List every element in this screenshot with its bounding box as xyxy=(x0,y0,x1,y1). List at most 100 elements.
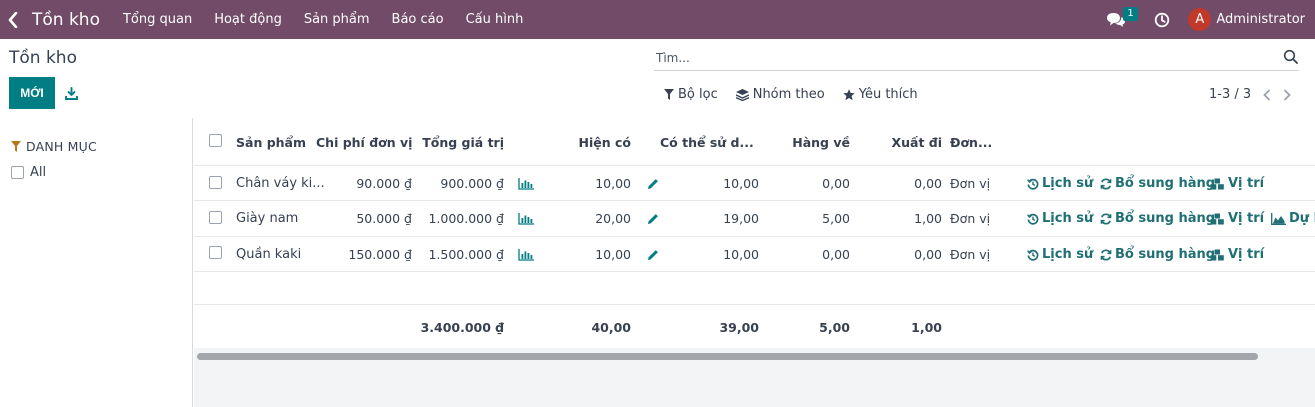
row-checkbox[interactable] xyxy=(209,176,222,189)
replenish-button[interactable]: Bổ sung hàng xyxy=(1100,247,1215,262)
col-total-value[interactable]: Tổng giá trị xyxy=(416,135,504,150)
cell-outgoing: 0,00 xyxy=(914,176,942,191)
forecast-button[interactable]: Dự b xyxy=(1271,211,1315,226)
user-menu[interactable]: A Administrator xyxy=(1188,8,1305,31)
cell-total-value: 1.000.000 ₫ xyxy=(428,211,504,226)
activity-clock-icon[interactable] xyxy=(1154,12,1170,28)
back-chevron-icon[interactable] xyxy=(2,11,24,28)
col-incoming[interactable]: Hàng về xyxy=(778,135,850,150)
locations-label: Vị trí xyxy=(1228,176,1265,191)
layers-icon xyxy=(735,88,749,101)
search-input[interactable] xyxy=(654,50,1254,65)
history-label: Lịch sử xyxy=(1042,176,1094,191)
filter-icon xyxy=(664,89,674,100)
history-label: Lịch sử xyxy=(1042,247,1094,262)
menu-overview[interactable]: Tổng quan xyxy=(112,12,203,27)
locations-button[interactable]: Vị trí xyxy=(1210,176,1264,191)
cell-unit-cost: 50.000 ₫ xyxy=(356,211,412,226)
history-button[interactable]: Lịch sử xyxy=(1027,247,1093,262)
refresh-icon xyxy=(1100,212,1112,225)
user-name: Administrator xyxy=(1216,12,1305,27)
star-icon xyxy=(843,88,855,100)
pager-previous-icon[interactable] xyxy=(1263,88,1271,101)
pager-next-icon[interactable] xyxy=(1283,88,1291,101)
bar-chart-icon[interactable] xyxy=(518,249,534,261)
download-icon[interactable] xyxy=(62,84,80,102)
menu-operations[interactable]: Hoạt động xyxy=(203,12,293,27)
cell-product[interactable]: Quần kaki xyxy=(236,247,301,262)
total-value: 3.400.000 ₫ xyxy=(420,320,504,335)
menu-configuration[interactable]: Cấu hình xyxy=(455,12,535,27)
row-divider xyxy=(194,271,1315,272)
pager: 1-3 / 3 xyxy=(1209,87,1291,102)
cell-uom: Đơn vị xyxy=(950,211,991,226)
cell-total-value: 900.000 ₫ xyxy=(440,176,504,191)
menu-reporting[interactable]: Báo cáo xyxy=(381,12,455,27)
cubes-icon xyxy=(1210,213,1224,224)
pencil-icon[interactable] xyxy=(647,213,659,225)
col-unit-cost[interactable]: Chi phí đơn vị xyxy=(316,135,412,150)
col-on-hand[interactable]: Hiện có xyxy=(560,135,631,150)
avatar: A xyxy=(1188,8,1212,31)
history-button[interactable]: Lịch sử xyxy=(1027,176,1093,191)
row-divider xyxy=(194,200,1315,201)
cell-product[interactable]: Giày nam xyxy=(236,211,298,226)
history-button[interactable]: Lịch sử xyxy=(1027,211,1093,226)
pencil-icon[interactable] xyxy=(647,178,659,190)
cell-outgoing: 0,00 xyxy=(914,247,942,262)
cell-unit-cost: 150.000 ₫ xyxy=(348,247,412,262)
cell-available: 10,00 xyxy=(723,176,759,191)
top-navbar: Tồn kho Tổng quan Hoạt động Sản phẩm Báo… xyxy=(0,0,1315,39)
search-icon[interactable] xyxy=(1283,49,1299,65)
cubes-icon xyxy=(1210,178,1224,189)
page-title: Tồn kho xyxy=(9,48,77,68)
history-icon xyxy=(1027,213,1039,225)
total-available: 39,00 xyxy=(719,320,759,335)
col-outgoing[interactable]: Xuất đi xyxy=(870,135,942,150)
forecast-label: Dự b xyxy=(1289,211,1315,226)
replenish-label: Bổ sung hàng xyxy=(1115,211,1216,226)
area-chart-icon xyxy=(1271,212,1286,225)
chat-count-badge: 1 xyxy=(1123,6,1138,21)
total-outgoing: 1,00 xyxy=(911,320,942,335)
replenish-button[interactable]: Bổ sung hàng xyxy=(1100,176,1215,191)
horizontal-scrollbar[interactable] xyxy=(197,353,1258,360)
col-available[interactable]: Có thể sử d... xyxy=(660,135,754,150)
category-all-item[interactable]: All xyxy=(11,165,46,180)
row-checkbox[interactable] xyxy=(209,246,222,259)
replenish-label: Bổ sung hàng xyxy=(1115,247,1216,262)
bar-chart-icon[interactable] xyxy=(518,178,534,190)
total-on-hand: 40,00 xyxy=(591,320,631,335)
app-title[interactable]: Tồn kho xyxy=(32,10,100,30)
replenish-button[interactable]: Bổ sung hàng xyxy=(1100,211,1215,226)
locations-label: Vị trí xyxy=(1228,247,1265,262)
bar-chart-icon[interactable] xyxy=(518,213,534,225)
favorites-button[interactable]: Yêu thích xyxy=(843,87,918,102)
pager-value[interactable]: 1-3 / 3 xyxy=(1209,87,1251,102)
new-button[interactable]: MỚI xyxy=(9,77,55,109)
search-options: Bộ lọc Nhóm theo Yêu thích xyxy=(664,87,918,102)
col-uom[interactable]: Đơn... xyxy=(950,135,992,150)
history-label: Lịch sử xyxy=(1042,211,1094,226)
row-checkbox[interactable] xyxy=(209,211,222,224)
refresh-icon xyxy=(1100,248,1112,261)
cell-on-hand: 10,00 xyxy=(595,176,631,191)
group-by-button[interactable]: Nhóm theo xyxy=(735,87,825,102)
cell-product[interactable]: Chân váy ki... xyxy=(236,176,325,191)
locations-label: Vị trí xyxy=(1228,211,1265,226)
select-all-checkbox[interactable] xyxy=(209,134,222,147)
messages-button[interactable]: 1 xyxy=(1106,6,1138,30)
locations-button[interactable]: Vị trí xyxy=(1210,247,1264,262)
pencil-icon[interactable] xyxy=(647,249,659,261)
cell-available: 10,00 xyxy=(723,247,759,262)
footer-divider xyxy=(194,304,1315,305)
cell-incoming: 0,00 xyxy=(822,176,850,191)
col-product[interactable]: Sản phẩm xyxy=(236,135,306,150)
menu-products[interactable]: Sản phẩm xyxy=(293,12,381,27)
locations-button[interactable]: Vị trí xyxy=(1210,211,1264,226)
category-all-checkbox[interactable] xyxy=(11,166,24,179)
filter-icon xyxy=(11,141,21,152)
cell-on-hand: 10,00 xyxy=(595,247,631,262)
filters-button[interactable]: Bộ lọc xyxy=(664,87,718,102)
side-panel xyxy=(0,118,193,407)
